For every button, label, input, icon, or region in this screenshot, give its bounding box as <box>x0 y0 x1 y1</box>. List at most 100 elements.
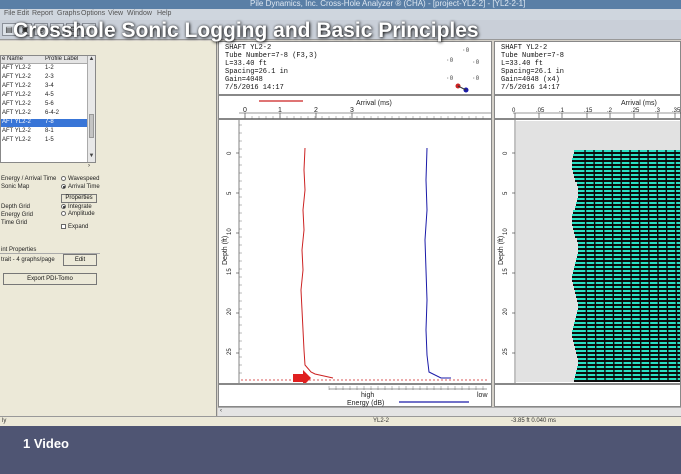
right-depth-tick-label: 25 <box>503 348 509 355</box>
profile-name-cell: AFT YL2-2 <box>2 92 31 98</box>
right-depth-tick-label: 0 <box>503 151 509 155</box>
right-arrival-tick-label: .2 <box>607 108 613 114</box>
waterfall-stripe-cyan <box>578 186 680 188</box>
waterfall-stripe-cyan <box>573 210 680 212</box>
list-scrollbar[interactable]: ▲ ▼ <box>87 56 95 162</box>
waterfall-stripe-cyan <box>572 278 680 280</box>
profile-list-row[interactable]: AFT YL2-2 8-1 <box>1 128 89 136</box>
arrival-time-radio[interactable]: Arrival Time <box>61 184 100 190</box>
edit-button[interactable]: Edit <box>63 254 97 266</box>
left-energy-axis: high low Energy (dB) <box>218 384 492 407</box>
waterfall-stripe-black <box>574 268 680 270</box>
scroll-thumb[interactable] <box>89 114 94 138</box>
date-value-right: 7/5/2016 14:17 <box>501 84 560 92</box>
sonic-map-chart: SHAFT YL2-2 Tube Number=7-8 L=33.40 ft S… <box>494 41 681 407</box>
expand-checkbox[interactable]: Expand <box>61 224 88 230</box>
profile-list-row[interactable]: AFT YL2-2 5-6 <box>1 101 89 109</box>
menu-graphs[interactable]: Graphs <box>57 10 80 17</box>
waterfall-stripe-black <box>577 356 680 358</box>
profile-list-row[interactable]: AFT YL2-2 7-8 <box>1 119 89 127</box>
arrival-tick-label: 1 <box>278 107 282 114</box>
menu-view[interactable]: View <box>108 10 123 17</box>
waterfall-stripe-black <box>572 280 680 282</box>
waterfall-stripe-black <box>577 368 680 370</box>
waterfall-stripe-cyan <box>573 270 680 272</box>
waterfall-stripe-cyan <box>575 374 680 376</box>
energy-axis-title: Energy (dB) <box>347 400 384 407</box>
waterfall-stripe-black <box>576 372 680 374</box>
waterfall-stripe-cyan <box>576 370 680 372</box>
date-value: 7/5/2016 14:17 <box>225 84 284 92</box>
right-depth-tick-label: 15 <box>503 268 509 275</box>
wavespeed-radio[interactable]: Wavespeed <box>61 176 99 182</box>
list-hscroll-arrow-icon[interactable]: › <box>88 163 90 169</box>
length-value: L=33.40 ft <box>225 60 268 68</box>
profile-name-cell: AFT YL2-2 <box>2 119 31 125</box>
column-header-name[interactable]: e Name <box>2 56 23 62</box>
waterfall-stripe-cyan <box>574 230 680 232</box>
profile-list-row[interactable]: AFT YL2-2 3-4 <box>1 83 89 91</box>
right-plot-area: 0 5 10 15 20 25 Depth (ft) <box>494 119 681 384</box>
column-header-label[interactable]: Profile Label <box>45 56 78 62</box>
window-title: Pile Dynamics, Inc. Cross-Hole Analyzer … <box>250 0 526 8</box>
waterfall-stripe-black <box>575 376 680 378</box>
profile-list-header: e Name Profile Label <box>1 56 95 64</box>
expand-label: Expand <box>68 224 89 231</box>
waterfall-stripe-cyan <box>573 282 680 284</box>
waterfall-stripe-cyan <box>572 158 680 160</box>
status-bar: ly YL2-2 -3.85 ft 0.040 ms <box>0 416 681 426</box>
menu-help[interactable]: Help <box>157 10 171 17</box>
profile-label-cell: 1-5 <box>45 137 54 143</box>
waterfall-stripe-cyan <box>576 350 680 352</box>
scroll-left-icon[interactable]: ‹ <box>220 408 222 414</box>
menu-edit[interactable]: Edit <box>17 10 29 17</box>
arrival-time-label: Arrival Time <box>68 184 100 191</box>
profile-list-row[interactable]: AFT YL2-2 1-2 <box>1 65 89 73</box>
scroll-down-icon[interactable]: ▼ <box>88 153 95 159</box>
waterfall-stripe-black <box>574 324 680 326</box>
waterfall-stripe-cyan <box>576 202 680 204</box>
waterfall-stripe-black <box>573 172 680 174</box>
time-grid-label[interactable]: Time Grid <box>1 220 27 226</box>
properties-button[interactable]: Properties <box>61 194 97 203</box>
profile-label-cell: 7-8 <box>45 119 54 125</box>
arrival-energy-chart: SHAFT YL2-2 Tube Number=7-8 (F3,3) L=33.… <box>218 41 492 407</box>
menu-window[interactable]: Window <box>127 10 152 17</box>
waterfall-stripe-cyan <box>574 342 680 344</box>
integrate-radio[interactable]: Integrate <box>61 204 92 210</box>
main-hscroll[interactable]: ‹ <box>218 407 681 416</box>
waterfall-stripe-black <box>572 336 680 338</box>
profile-name-cell: AFT YL2-2 <box>2 65 31 71</box>
profile-list-row[interactable]: AFT YL2-2 2-3 <box>1 74 89 82</box>
length-value-right: L=33.40 ft <box>501 60 544 68</box>
waterfall-stripe-cyan <box>578 362 680 364</box>
export-pdi-tomo-button[interactable]: Export PDI-Tomo <box>3 273 97 285</box>
depth-grid-label[interactable]: Depth Grid <box>1 204 30 210</box>
energy-grid-label[interactable]: Energy Grid <box>1 212 33 218</box>
menu-file[interactable]: File <box>4 10 15 17</box>
waterfall-stripe-cyan <box>576 314 680 316</box>
waterfall-stripe-black <box>575 320 680 322</box>
profile-name-cell: AFT YL2-2 <box>2 128 31 134</box>
amplitude-label: Amplitude <box>68 211 95 218</box>
profile-list-row[interactable]: AFT YL2-2 6-4-2 <box>1 110 89 118</box>
profile-list-row[interactable]: AFT YL2-2 1-5 <box>1 137 89 145</box>
profile-label-cell: 2-3 <box>45 74 54 80</box>
profile-list-row[interactable]: AFT YL2-2 4-5 <box>1 92 89 100</box>
amplitude-radio[interactable]: Amplitude <box>61 211 95 217</box>
left-chart-header: SHAFT YL2-2 Tube Number=7-8 (F3,3) L=33.… <box>218 41 492 95</box>
profile-list[interactable]: e Name Profile Label AFT YL2-2 1-2 AFT YL2… <box>0 55 96 163</box>
menu-report[interactable]: Report <box>32 10 53 17</box>
menu-options[interactable]: Options <box>81 10 105 17</box>
waterfall-stripe-cyan <box>576 258 680 260</box>
waterfall-stripe-black <box>573 328 680 330</box>
scroll-up-icon[interactable]: ▲ <box>88 56 95 62</box>
window-titlebar: Pile Dynamics, Inc. Cross-Hole Analyzer … <box>0 0 681 9</box>
waterfall-stripe-cyan <box>572 162 680 164</box>
pile-toe-arrow-icon <box>293 370 311 383</box>
video-count-label: 1 Video <box>23 436 70 451</box>
shaft-name: SHAFT YL2-2 <box>225 44 272 52</box>
right-arrival-tick-label: .35 <box>672 108 681 114</box>
svg-text:·0: ·0 <box>446 75 454 82</box>
svg-text:·0: ·0 <box>472 59 480 66</box>
